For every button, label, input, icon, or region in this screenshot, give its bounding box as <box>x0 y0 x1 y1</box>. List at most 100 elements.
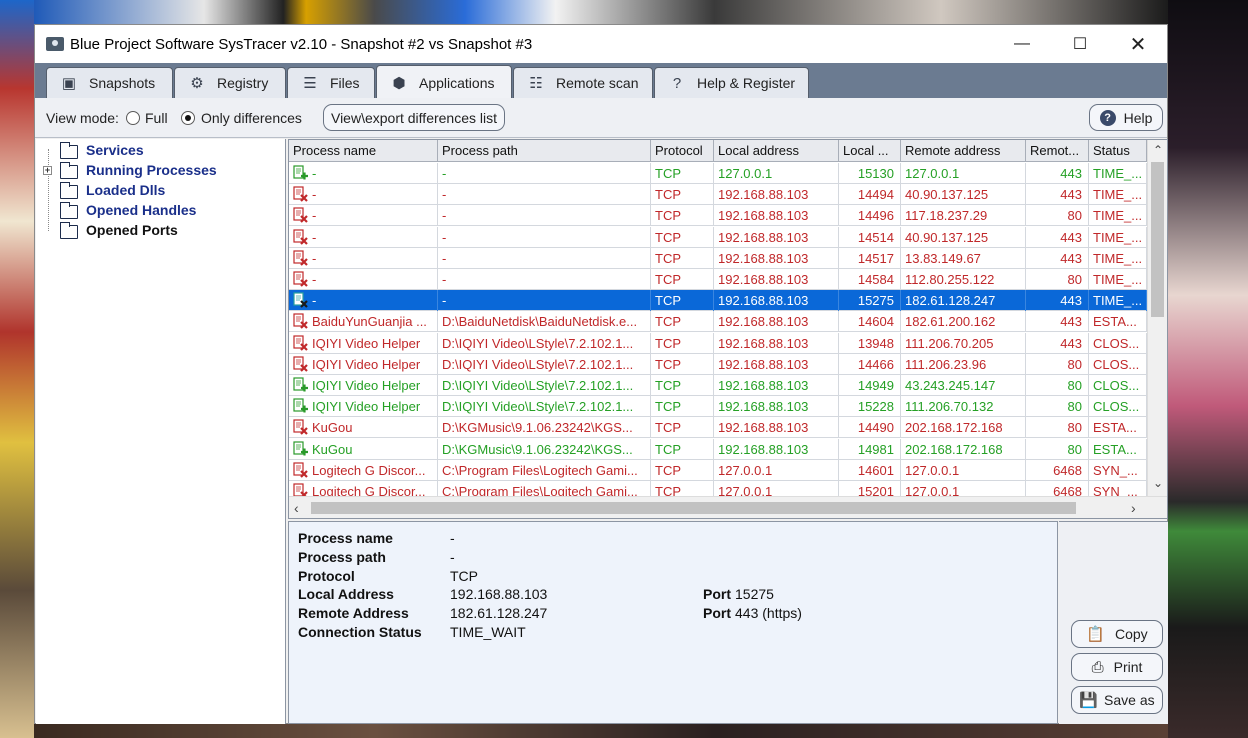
table-row[interactable]: IQIYI Video Helper D:\IQIYI Video\LStyle\… <box>289 353 1147 375</box>
tab-registry[interactable]: ⚙ Registry <box>174 67 286 98</box>
expand-icon[interactable]: + <box>43 166 52 175</box>
table-row[interactable]: - - TCP 192.168.88.103 14584 112.80.255.122 80… <box>289 269 1147 290</box>
full-radio[interactable] <box>126 111 140 125</box>
cell-status: TIME_... <box>1089 163 1147 184</box>
table-row[interactable]: KuGou D:\KGMusic\9.1.06.23242\KGS... TCP 19… <box>289 438 1147 460</box>
cell-local-port: 14490 <box>839 417 901 439</box>
print-button[interactable]: ⎙ Print <box>1071 653 1163 681</box>
table-row[interactable]: KuGou D:\KGMusic\9.1.06.23242\KGS... TCP 19… <box>289 417 1147 439</box>
horizontal-scrollbar[interactable]: ‹ › <box>289 496 1167 518</box>
table-row[interactable]: - - TCP 192.168.88.103 14494 40.90.137.125 443… <box>289 184 1147 206</box>
table-row[interactable]: IQIYI Video Helper D:\IQIYI Video\LStyle\… <box>289 332 1147 354</box>
view-mode-label: View mode: <box>46 110 119 126</box>
cell-remote-address: 202.168.172.168 <box>901 438 1026 460</box>
cell-text: - <box>442 166 447 181</box>
cell-text: - <box>312 208 317 224</box>
cell-text: TIME_... <box>1093 208 1143 224</box>
cell-status: TIME_... <box>1089 205 1147 227</box>
tab-label: Snapshots <box>89 75 156 91</box>
export-differences-button[interactable]: View\export differences list <box>323 104 505 131</box>
tree-item-opened-ports[interactable]: Opened Ports <box>36 221 276 241</box>
scroll-left-arrow-icon[interactable]: ‹ <box>294 500 299 516</box>
table-row[interactable]: IQIYI Video Helper D:\IQIYI Video\LStyle\… <box>289 396 1147 418</box>
tree-item-opened-handles[interactable]: Opened Handles <box>36 201 276 221</box>
vertical-scroll-thumb[interactable] <box>1151 162 1164 317</box>
table-row[interactable]: - - TCP 127.0.0.1 15130 127.0.0.1 443 TIME_... <box>289 163 1147 184</box>
tree-item-running-processes[interactable]: + Running Processes <box>36 161 276 181</box>
toolbar: View mode: Full Only differences View\ex… <box>35 98 1167 138</box>
cell-path: - <box>438 205 651 227</box>
cell-local-port: 14601 <box>839 459 901 481</box>
cell-protocol: TCP <box>651 290 714 312</box>
cell-text: 111.206.70.205 <box>905 335 994 351</box>
close-button[interactable]: ✕ <box>1109 25 1167 63</box>
cell-path: - <box>438 247 651 269</box>
tab-files[interactable]: ☰ Files <box>287 67 375 98</box>
table-row[interactable]: - - TCP 192.168.88.103 14514 40.90.137.125 443… <box>289 226 1147 248</box>
tab-help-register[interactable]: ? Help & Register <box>654 67 809 98</box>
detail-local-port-value: 15275 <box>735 586 774 602</box>
save-as-button[interactable]: 💾 Save as <box>1071 686 1163 714</box>
column-header-protocol[interactable]: Protocol <box>651 140 714 162</box>
cell-text: TCP <box>655 462 681 478</box>
column-header-local-address[interactable]: Local address <box>714 140 839 162</box>
cell-name: - <box>289 247 438 269</box>
cell-text: 13.83.149.67 <box>905 250 981 266</box>
cell-path: D:\KGMusic\9.1.06.23242\KGS... <box>438 417 651 439</box>
column-header-status[interactable]: Status <box>1089 140 1147 162</box>
cell-local-port: 14514 <box>839 226 901 248</box>
horizontal-scroll-thumb[interactable] <box>311 502 1076 514</box>
table-row[interactable]: - - TCP 192.168.88.103 14517 13.83.149.67 443 T… <box>289 247 1147 269</box>
cell-name: Logitech G Discor... <box>289 459 438 481</box>
cell-text: IQIYI Video Helper <box>312 378 421 393</box>
tab-applications[interactable]: ⬢ Applications <box>376 65 512 99</box>
copy-button[interactable]: 📋 Copy <box>1071 620 1163 648</box>
tab-snapshots[interactable]: ▣ Snapshots <box>46 67 173 98</box>
cell-text: - <box>442 250 447 266</box>
column-header-remote-port[interactable]: Remot... <box>1026 140 1089 162</box>
table-row[interactable]: - - TCP 192.168.88.103 15275 182.61.128.247 44… <box>289 290 1147 312</box>
maximize-button[interactable]: ☐ <box>1051 25 1109 63</box>
cell-remote-port: 443 <box>1026 247 1089 269</box>
cell-local-address: 192.168.88.103 <box>714 247 839 269</box>
table-row[interactable]: - - TCP 192.168.88.103 14496 117.18.237.29 80 T… <box>289 205 1147 227</box>
help-button[interactable]: ? Help <box>1089 104 1163 131</box>
cell-text: TCP <box>655 187 681 203</box>
column-header-name[interactable]: Process name <box>289 140 438 162</box>
column-header-remote-address[interactable]: Remote address <box>901 140 1026 162</box>
systracer-window: Blue Project Software SysTracer v2.10 - … <box>34 24 1168 724</box>
cell-text: 127.0.0.1 <box>905 462 960 478</box>
cell-name: KuGou <box>289 417 438 439</box>
cell-local-port: 15130 <box>839 163 901 184</box>
cell-remote-address: 13.83.149.67 <box>901 247 1026 269</box>
cell-local-address: 192.168.88.103 <box>714 396 839 418</box>
cell-local-address: 192.168.88.103 <box>714 353 839 375</box>
cell-text: KuGou <box>312 441 353 457</box>
detail-remote-port-value: 443 (https) <box>735 605 802 621</box>
cell-local-port: 14949 <box>839 375 901 396</box>
process-added-icon <box>293 398 308 415</box>
cell-status: CLOS... <box>1089 353 1147 375</box>
table-row[interactable]: Logitech G Discor... C:\Program Files\Log… <box>289 459 1147 481</box>
column-header-path[interactable]: Process path <box>438 140 651 162</box>
column-header-local-port[interactable]: Local ... <box>839 140 901 162</box>
table-row[interactable]: BaiduYunGuanjia ... D:\BaiduNetdisk\Baidu… <box>289 311 1147 333</box>
scroll-right-arrow-icon[interactable]: › <box>1131 500 1136 516</box>
scroll-up-arrow-icon[interactable]: ⌃ <box>1153 143 1163 157</box>
tree-item-loaded-dlls[interactable]: Loaded Dlls <box>36 181 276 201</box>
tab-remote-scan[interactable]: ☷ Remote scan <box>513 67 653 98</box>
cell-text: CLOS... <box>1093 378 1140 393</box>
cell-local-address: 192.168.88.103 <box>714 226 839 248</box>
only-differences-radio[interactable] <box>181 111 195 125</box>
cell-text: - <box>442 272 447 287</box>
scroll-down-arrow-icon[interactable]: ⌄ <box>1153 476 1163 490</box>
minimize-button[interactable]: — <box>993 25 1051 63</box>
vertical-scrollbar[interactable]: ⌃ ⌄ <box>1147 140 1167 497</box>
cell-local-address: 192.168.88.103 <box>714 311 839 333</box>
network-icon: ☷ <box>529 75 543 92</box>
tab-label: Files <box>330 75 360 91</box>
cell-text: D:\IQIYI Video\LStyle\7.2.102.1... <box>442 399 634 415</box>
process-removed-icon <box>293 207 308 224</box>
tree-item-services[interactable]: Services <box>36 141 276 161</box>
table-row[interactable]: IQIYI Video Helper D:\IQIYI Video\LStyle\… <box>289 375 1147 396</box>
